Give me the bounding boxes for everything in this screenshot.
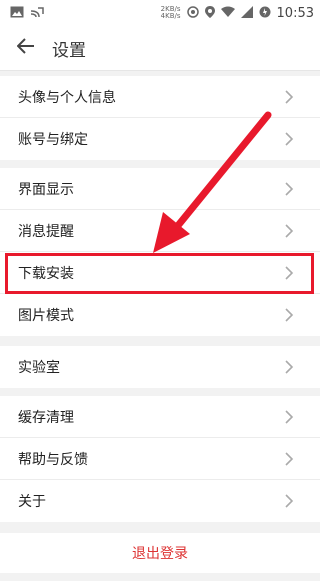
settings-item-label: 图片模式 (18, 308, 74, 324)
signal-icon (240, 5, 253, 21)
chevron-right-icon (285, 308, 294, 322)
chevron-right-icon (285, 90, 294, 104)
location-icon (204, 5, 215, 21)
settings-item-clear-cache[interactable]: 缓存清理 (0, 396, 320, 438)
settings-item-label: 消息提醒 (18, 224, 74, 240)
settings-group-account: 头像与个人信息 账号与绑定 (0, 76, 320, 160)
settings-item-label: 缓存清理 (18, 410, 74, 426)
settings-item-help-feedback[interactable]: 帮助与反馈 (0, 438, 320, 480)
network-speed: 2KB/s 4KB/s (160, 5, 181, 20)
logout-button[interactable]: 退出登录 (0, 533, 320, 573)
wifi-icon (220, 6, 235, 21)
settings-item-notifications[interactable]: 消息提醒 (0, 210, 320, 252)
settings-group-misc: 缓存清理 帮助与反馈 关于 (0, 396, 320, 522)
settings-item-account-binding[interactable]: 账号与绑定 (0, 118, 320, 160)
page-title: 设置 (52, 40, 86, 61)
settings-item-about[interactable]: 关于 (0, 480, 320, 522)
settings-item-lab[interactable]: 实验室 (0, 346, 320, 388)
settings-item-image-mode[interactable]: 图片模式 (0, 294, 320, 336)
back-button[interactable] (4, 26, 48, 70)
settings-item-label: 界面显示 (18, 182, 74, 198)
cast-icon (30, 6, 44, 21)
chevron-right-icon (285, 452, 294, 466)
clock: 10:53 (276, 5, 314, 21)
chevron-right-icon (285, 182, 294, 196)
chevron-right-icon (285, 360, 294, 374)
settings-group-lab: 实验室 (0, 346, 320, 388)
chevron-right-icon (285, 410, 294, 424)
settings-item-label: 账号与绑定 (18, 132, 88, 148)
image-icon (10, 6, 24, 21)
status-bar: 2KB/s 4KB/s 10:53 (0, 0, 320, 26)
chevron-right-icon (285, 224, 294, 238)
settings-item-label: 帮助与反馈 (18, 452, 88, 468)
settings-item-label: 头像与个人信息 (18, 90, 116, 106)
chevron-right-icon (285, 132, 294, 146)
settings-item-label: 实验室 (18, 360, 60, 376)
chevron-right-icon (285, 266, 294, 280)
settings-item-label: 下载安装 (18, 266, 74, 282)
chevron-right-icon (285, 494, 294, 508)
back-arrow-icon (16, 38, 35, 58)
battery-icon (259, 6, 271, 21)
settings-item-profile[interactable]: 头像与个人信息 (0, 76, 320, 118)
settings-item-label: 关于 (18, 494, 46, 510)
settings-item-download-install[interactable]: 下载安装 (0, 252, 320, 294)
data-icon (186, 5, 199, 21)
app-bar: 设置 (0, 26, 320, 71)
settings-group-display: 界面显示 消息提醒 下载安装 图片模式 (0, 168, 320, 336)
settings-item-display[interactable]: 界面显示 (0, 168, 320, 210)
